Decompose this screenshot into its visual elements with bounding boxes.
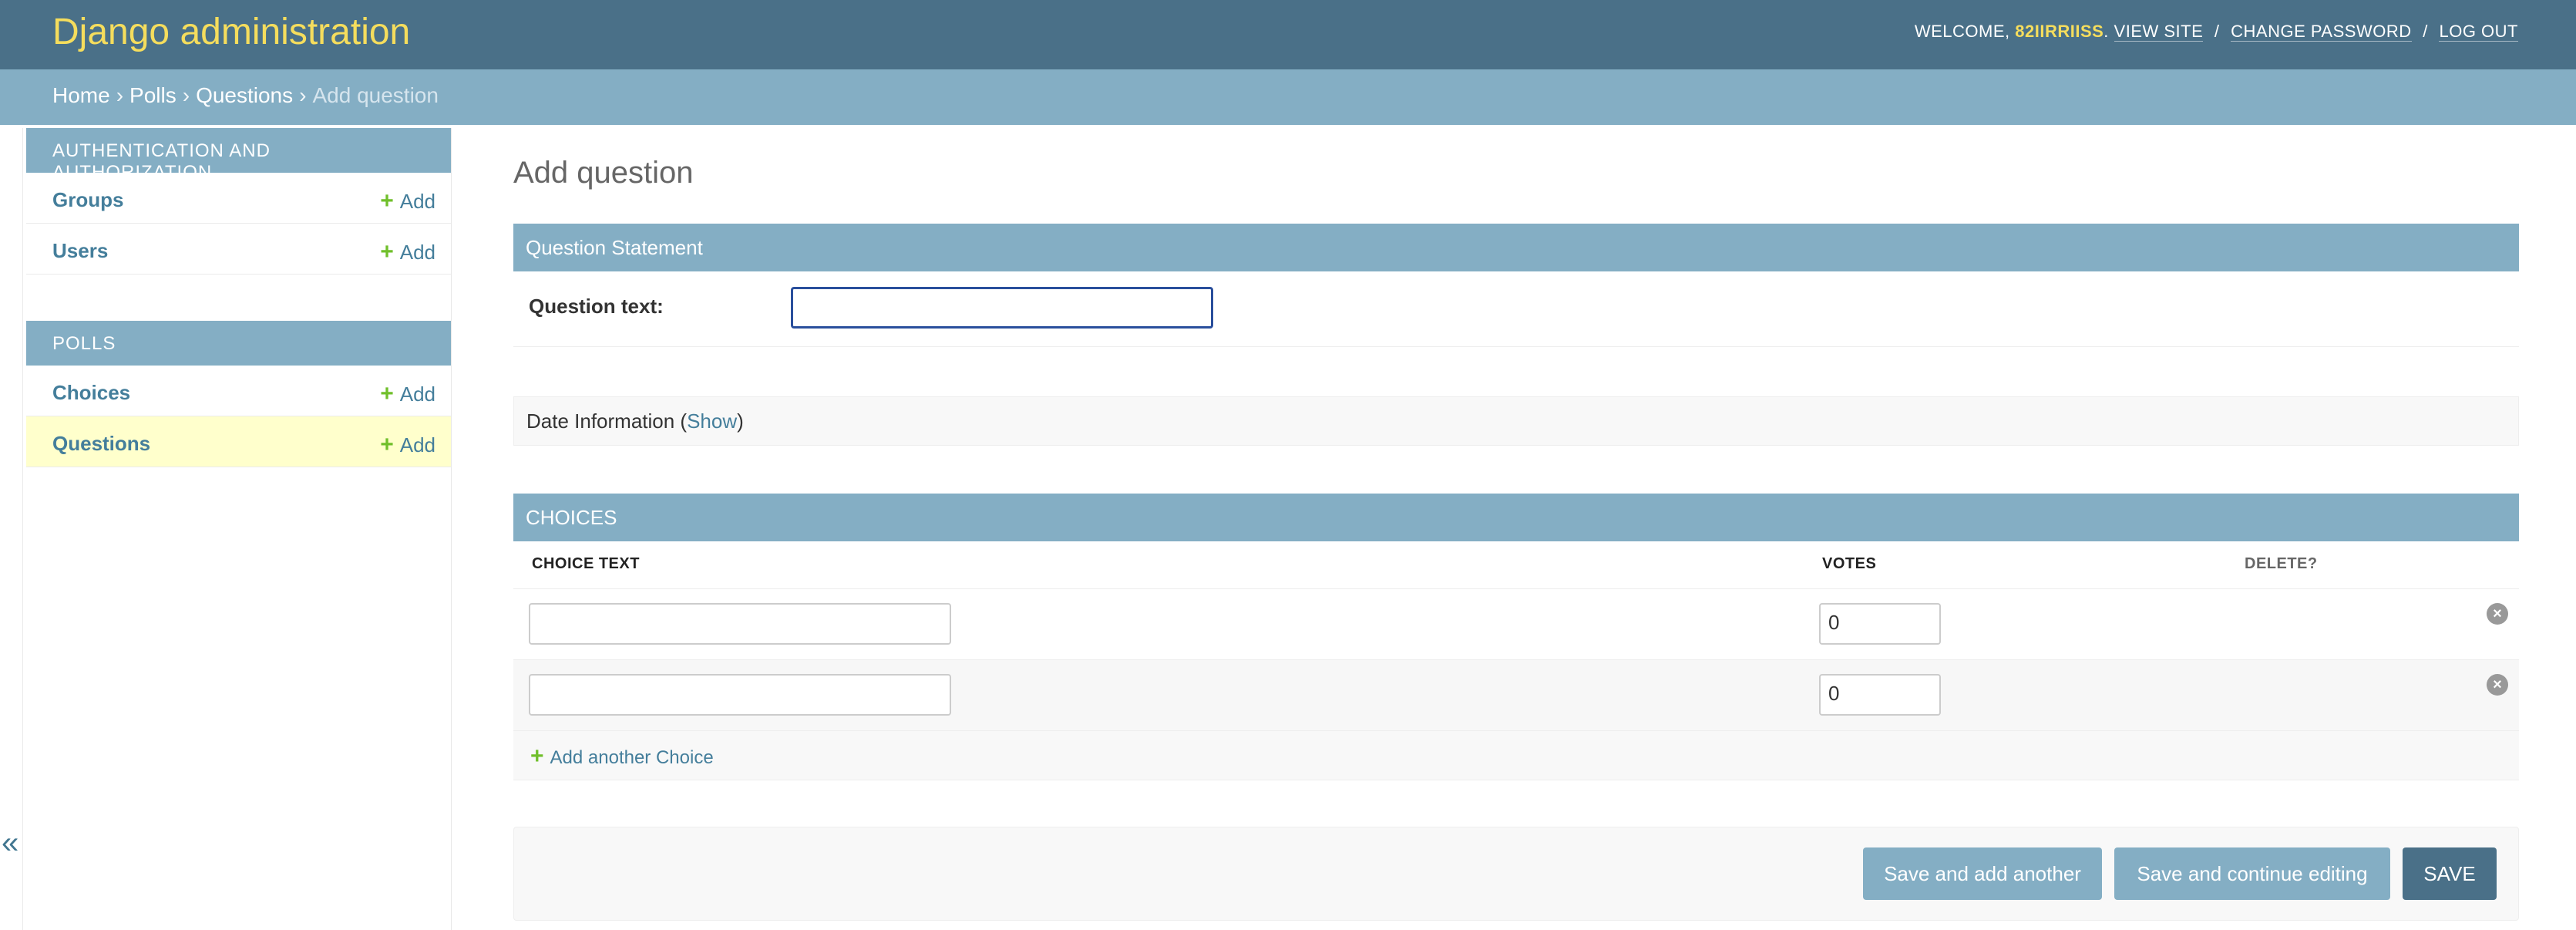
breadcrumb-current: Add question — [312, 83, 439, 107]
user-tools: WELCOME, 82IIRRIISS. VIEW SITE / CHANGE … — [1914, 22, 2518, 42]
column-choice-text: CHOICE TEXT — [532, 555, 640, 572]
logout-link[interactable]: LOG OUT — [2439, 22, 2518, 42]
choices-table-header: CHOICE TEXT VOTES DELETE? — [513, 541, 2519, 589]
site-brand[interactable]: Django administration — [52, 11, 410, 53]
question-text-label: Question text: — [529, 295, 664, 318]
form-row-question-text: Question text: — [513, 271, 2519, 347]
module-polls: POLLS Choices + Add Questions + Add — [26, 321, 451, 467]
submit-row: Save and add another Save and continue e… — [513, 827, 2519, 921]
main-content: Add question Question Statement Question… — [513, 128, 2519, 930]
table-row: 0 × — [513, 660, 2519, 731]
add-another-choice-row: + Add another Choice — [513, 731, 2519, 780]
table-row: 0 × — [513, 589, 2519, 660]
sidebar-item-label[interactable]: Choices — [52, 381, 130, 404]
view-site-link[interactable]: VIEW SITE — [2114, 22, 2204, 42]
save-button[interactable]: SAVE — [2403, 847, 2497, 900]
sidebar-item-label[interactable]: Groups — [52, 188, 123, 211]
fieldset-choices: CHOICES — [513, 494, 2519, 541]
plus-icon: + — [380, 381, 394, 406]
breadcrumb: Home › Polls › Questions › Add question — [0, 69, 2576, 125]
sidebar-item-choices: Choices + Add — [26, 366, 451, 416]
save-and-add-another-button[interactable]: Save and add another — [1863, 847, 2102, 900]
page-title: Add question — [513, 156, 694, 190]
breadcrumb-polls[interactable]: Polls — [129, 83, 177, 107]
welcome-text: WELCOME, — [1914, 22, 2016, 41]
add-choice-link[interactable]: + Add — [380, 381, 435, 407]
fieldset-date-information: Date Information (Show) — [513, 396, 2519, 446]
choice-text-input[interactable] — [529, 603, 951, 645]
header: Django administration WELCOME, 82IIRRIIS… — [0, 0, 2576, 69]
choice-text-input[interactable] — [529, 674, 951, 716]
module-caption-auth[interactable]: AUTHENTICATION AND AUTHORIZATION — [26, 128, 451, 183]
add-group-link[interactable]: + Add — [380, 188, 435, 214]
nav-sidebar: AUTHENTICATION AND AUTHORIZATION Groups … — [26, 128, 452, 930]
module-auth: AUTHENTICATION AND AUTHORIZATION Groups … — [26, 128, 451, 275]
add-user-link[interactable]: + Add — [380, 239, 435, 265]
column-votes: VOTES — [1822, 555, 1877, 572]
plus-icon: + — [380, 239, 394, 265]
fieldset-question-statement: Question Statement — [513, 224, 2519, 271]
plus-icon: + — [380, 188, 394, 214]
votes-input[interactable]: 0 — [1819, 674, 1941, 716]
sidebar-item-questions: Questions + Add — [26, 416, 451, 467]
sidebar-item-label[interactable]: Users — [52, 239, 108, 262]
date-information-show-link[interactable]: Show — [687, 409, 737, 433]
add-another-choice-link[interactable]: Add another Choice — [550, 747, 714, 768]
breadcrumb-home[interactable]: Home — [52, 83, 110, 107]
plus-icon: + — [380, 432, 394, 457]
sidebar-toggle[interactable]: « — [0, 128, 23, 930]
change-password-link[interactable]: CHANGE PASSWORD — [2231, 22, 2412, 42]
plus-icon: + — [530, 743, 544, 769]
double-chevron-left-icon[interactable]: « — [2, 826, 18, 861]
add-question-link[interactable]: + Add — [380, 432, 435, 458]
sidebar-item-groups: Groups + Add — [26, 173, 451, 224]
module-caption-polls[interactable]: POLLS — [26, 321, 451, 366]
username: 82IIRRIISS — [2015, 22, 2104, 41]
question-text-input[interactable] — [791, 287, 1213, 329]
delete-row-icon[interactable]: × — [2487, 603, 2508, 625]
save-and-continue-button[interactable]: Save and continue editing — [2114, 847, 2390, 900]
column-delete: DELETE? — [2245, 555, 2318, 572]
sidebar-item-label[interactable]: Questions — [52, 432, 150, 455]
votes-input[interactable]: 0 — [1819, 603, 1941, 645]
sidebar-item-users: Users + Add — [26, 224, 451, 275]
breadcrumb-questions[interactable]: Questions — [196, 83, 293, 107]
delete-row-icon[interactable]: × — [2487, 674, 2508, 696]
